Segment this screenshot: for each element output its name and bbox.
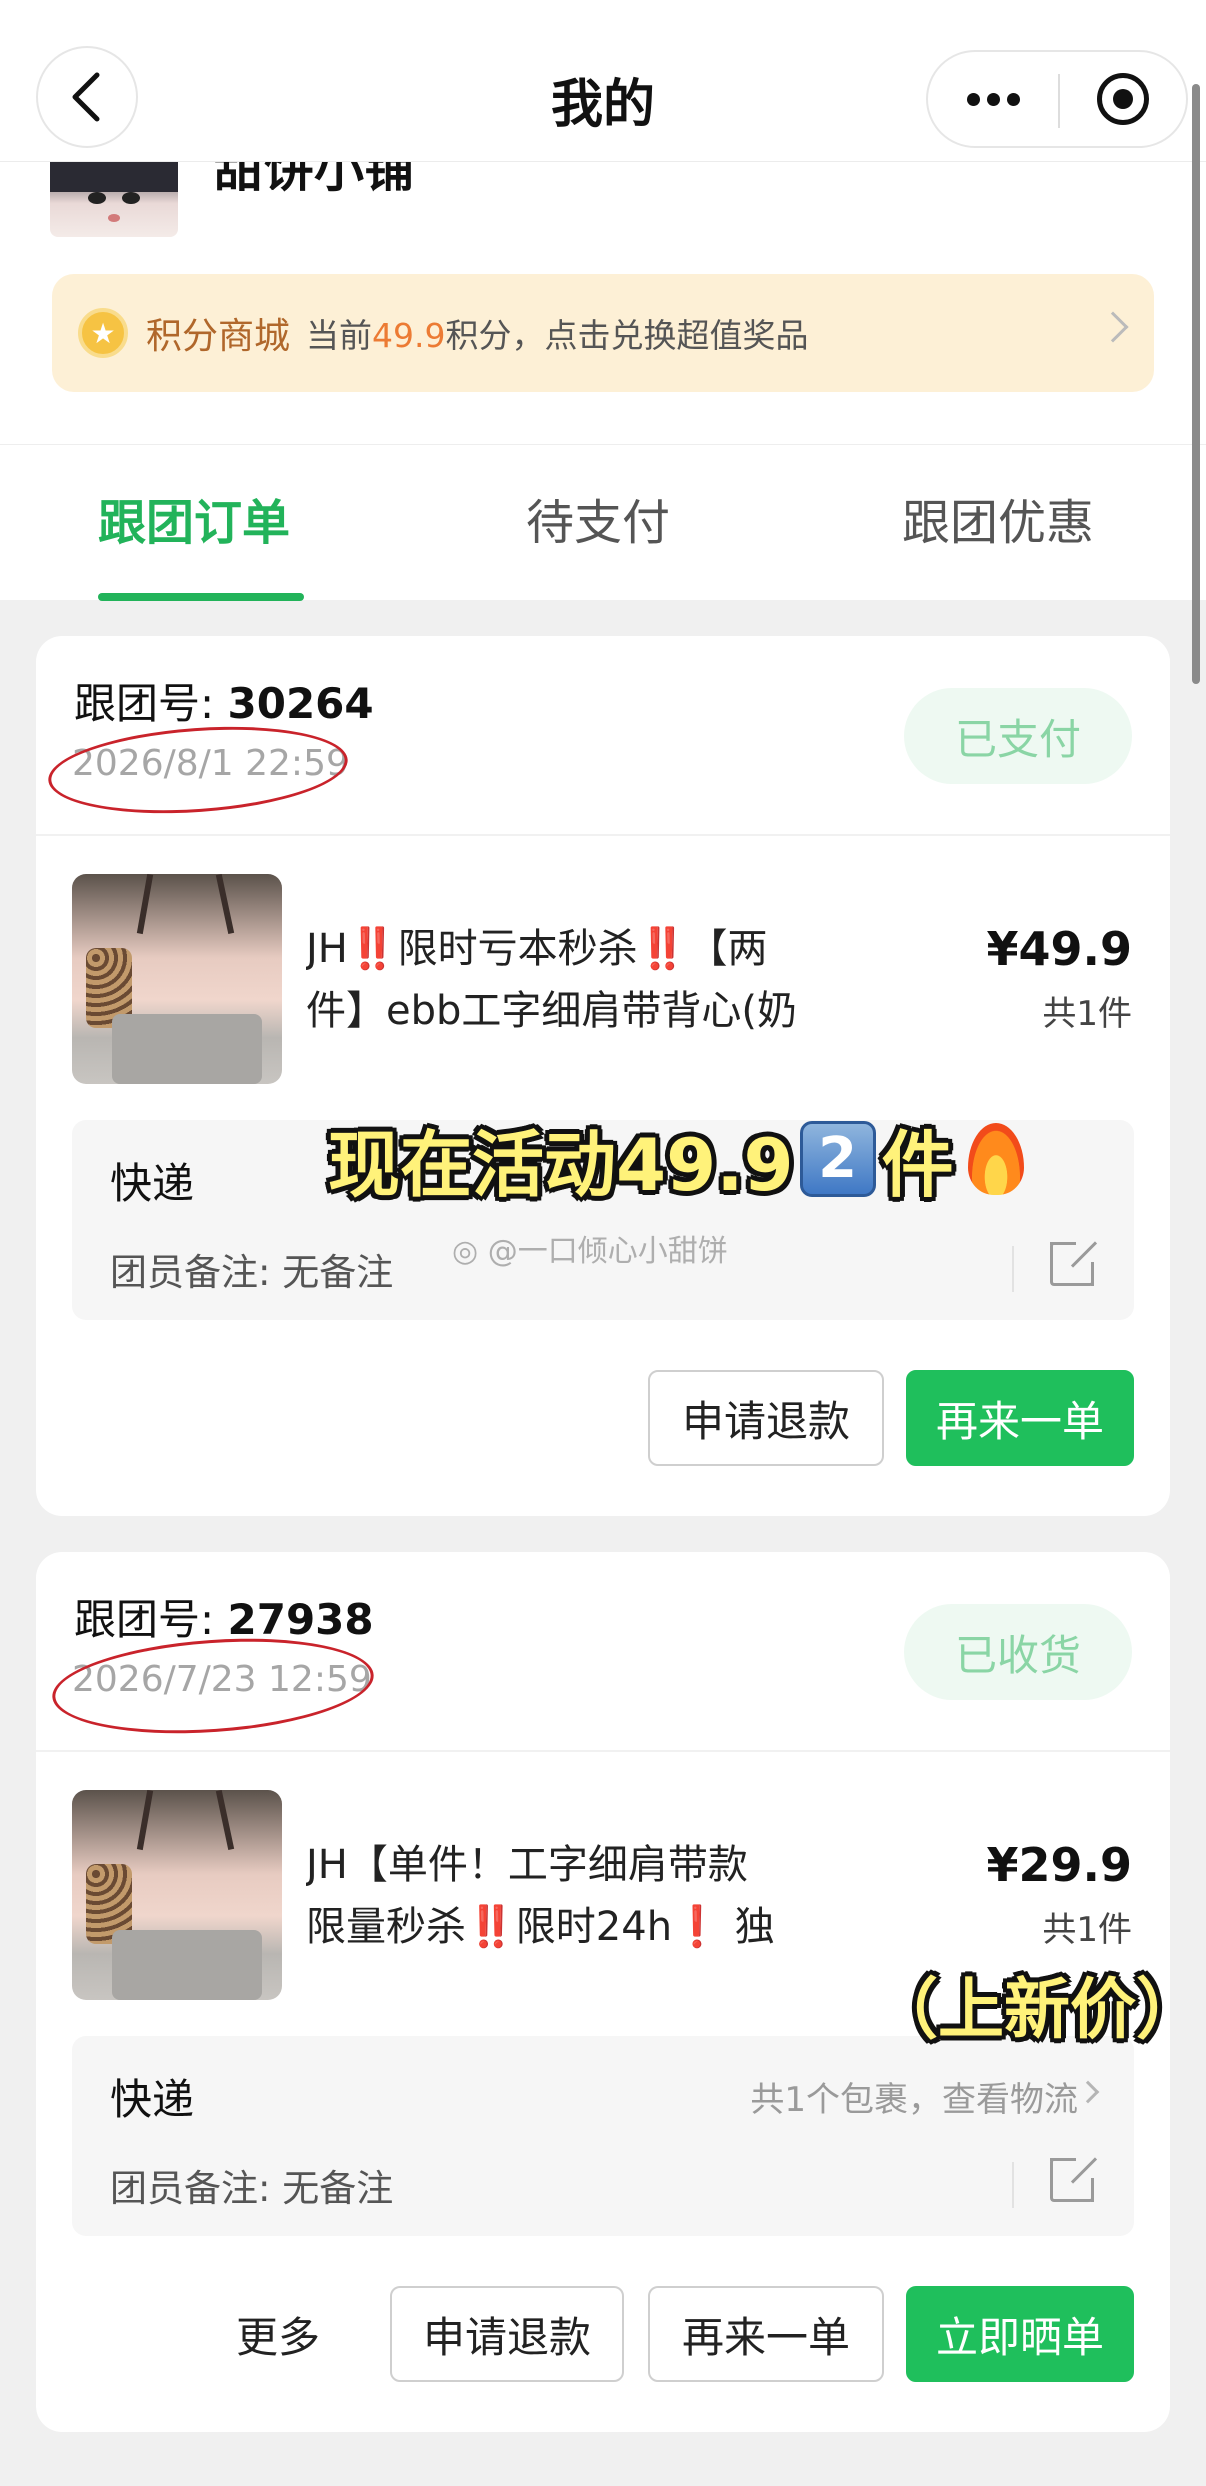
- miniprogram-capsule: [926, 50, 1188, 148]
- delivery-label: 快递: [110, 2075, 195, 2124]
- top-navigation-bar: 我的: [0, 0, 1206, 162]
- points-description: 当前49.9积分，点击兑换超值奖品: [306, 316, 809, 355]
- record-target-icon[interactable]: [1060, 52, 1186, 146]
- share-review-button[interactable]: 立即晒单: [906, 2286, 1134, 2382]
- reorder-button[interactable]: 再来一单: [906, 1370, 1134, 1466]
- view-logistics-link[interactable]: 共1个包裹，查看物流: [750, 2072, 1078, 2121]
- coin-star-icon: ★: [78, 308, 128, 358]
- keycap-2-icon: 2: [799, 1120, 876, 1197]
- remark-divider: [1012, 2162, 1014, 2208]
- card-divider: [36, 834, 1170, 836]
- avatar[interactable]: [50, 162, 178, 237]
- weibo-icon: ◎: [452, 1234, 488, 1269]
- product-price: ¥29.9: [986, 1838, 1132, 1892]
- more-button[interactable]: 更多: [208, 2286, 348, 2382]
- chevron-right-icon: [1097, 311, 1129, 343]
- refund-button[interactable]: 申请退款: [390, 2286, 624, 2382]
- order-number: 跟团号: 30264: [74, 679, 374, 728]
- points-value: 49.9: [372, 316, 446, 355]
- tab-pending-payment[interactable]: 待支付: [526, 493, 670, 553]
- tab-group-discounts[interactable]: 跟团优惠: [902, 493, 1094, 553]
- reorder-button[interactable]: 再来一单: [648, 2286, 884, 2382]
- order-tabs: 跟团订单 待支付 跟团优惠: [0, 444, 1206, 601]
- profile-section: 甜饼小铺 ★ 积分商城 当前49.9积分，点击兑换超值奖品: [0, 140, 1206, 444]
- scrollbar[interactable]: [1192, 84, 1200, 684]
- product-thumbnail[interactable]: [72, 874, 282, 1084]
- card-divider: [36, 1750, 1170, 1752]
- product-quantity: 共1件: [1042, 1910, 1132, 1950]
- member-remark: 团员备注: 无备注: [110, 2167, 394, 2210]
- delivery-label: 快递: [110, 1159, 195, 1208]
- watermark: ◎ @一口倾心小甜饼: [452, 1234, 728, 1269]
- remark-divider: [1012, 1246, 1014, 1292]
- product-thumbnail[interactable]: [72, 1790, 282, 2000]
- member-remark: 团员备注: 无备注: [110, 1251, 394, 1294]
- active-tab-indicator: [98, 593, 304, 601]
- promo-overlay-text: 现在活动49.9 2 件: [328, 1106, 1024, 1211]
- order-card[interactable]: 跟团号: 30264 2026/8/1 22:59 已支付 JH‼️限时亏本秒杀…: [36, 636, 1170, 1516]
- new-price-overlay-text: （上新价）: [872, 1971, 1202, 2048]
- product-title[interactable]: JH【单件！工字细肩带款 限量秒杀‼️限时24h❗ 独: [306, 1834, 866, 1958]
- product-quantity: 共1件: [1042, 994, 1132, 1034]
- points-mall-title: 积分商城: [146, 316, 291, 357]
- status-badge: 已支付: [904, 688, 1132, 784]
- product-price: ¥49.9: [986, 922, 1132, 976]
- refund-button[interactable]: 申请退款: [648, 1370, 884, 1466]
- status-badge: 已收货: [904, 1604, 1132, 1700]
- fire-icon: [967, 1122, 1024, 1195]
- product-title[interactable]: JH‼️限时亏本秒杀‼️【两 件】ebb工字细肩带背心(奶: [306, 918, 866, 1042]
- tab-group-orders[interactable]: 跟团订单: [98, 493, 290, 553]
- more-dots-icon[interactable]: [928, 52, 1058, 146]
- delivery-info: 快递 共1个包裹，查看物流 团员备注: 无备注: [72, 2036, 1134, 2236]
- points-mall-banner[interactable]: ★ 积分商城 当前49.9积分，点击兑换超值奖品: [52, 274, 1154, 392]
- red-circle-annotation: [45, 717, 351, 823]
- edit-icon[interactable]: [1050, 2157, 1098, 2202]
- chevron-right-icon: [1076, 2080, 1100, 2104]
- edit-icon[interactable]: [1050, 1241, 1098, 1286]
